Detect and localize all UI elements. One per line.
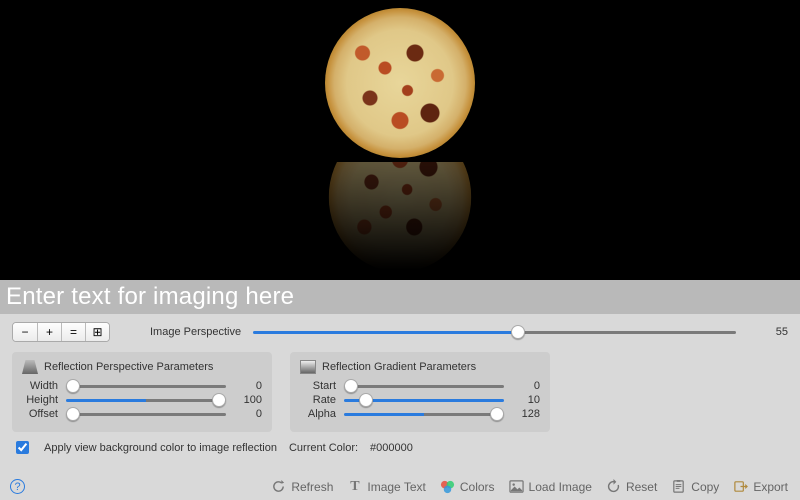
rate-slider[interactable] <box>344 399 504 402</box>
export-label: Export <box>753 480 788 494</box>
refresh-button[interactable]: Refresh <box>271 479 333 494</box>
perspective-slider[interactable] <box>253 331 736 334</box>
image-text-label: Image Text <box>367 480 425 494</box>
refresh-icon <box>271 479 286 494</box>
apply-bg-label: Apply view background color to image ref… <box>44 442 277 454</box>
perspective-icon <box>22 360 38 374</box>
current-color-label: Current Color: <box>289 442 358 454</box>
start-slider[interactable] <box>344 385 504 388</box>
offset-value: 0 <box>234 408 262 420</box>
zoom-button-group: − + = ⊞ <box>12 322 110 342</box>
rate-label: Rate <box>300 394 336 406</box>
refresh-label: Refresh <box>291 480 333 494</box>
reset-icon <box>606 479 621 494</box>
current-color-value: #000000 <box>370 442 413 454</box>
bottom-toolbar: Refresh T Image Text Colors Load Image <box>271 479 788 494</box>
start-value: 0 <box>512 380 540 392</box>
perspective-value: 55 <box>748 326 788 338</box>
text-icon: T <box>347 479 362 494</box>
preview-canvas <box>0 0 800 280</box>
reset-button[interactable]: Reset <box>606 479 657 494</box>
alpha-slider[interactable] <box>344 413 504 416</box>
reflection-perspective-panel: Reflection Perspective Parameters Width … <box>12 352 272 432</box>
colors-label: Colors <box>460 480 495 494</box>
reflection-perspective-title: Reflection Perspective Parameters <box>44 361 213 373</box>
pizza-reflection <box>325 162 475 280</box>
colors-icon <box>440 479 455 494</box>
preview-image <box>325 0 475 280</box>
width-label: Width <box>22 380 58 392</box>
pizza-image <box>325 8 475 158</box>
export-icon <box>733 479 748 494</box>
controls-panel: − + = ⊞ Image Perspective 55 Reflection … <box>0 314 800 500</box>
colors-button[interactable]: Colors <box>440 479 495 494</box>
alpha-label: Alpha <box>300 408 336 420</box>
zoom-out-button[interactable]: − <box>13 323 37 341</box>
apply-bg-checkbox[interactable] <box>16 441 29 454</box>
clipboard-icon <box>671 479 686 494</box>
offset-label: Offset <box>22 408 58 420</box>
rate-value: 10 <box>512 394 540 406</box>
start-label: Start <box>300 380 336 392</box>
height-slider[interactable] <box>66 399 226 402</box>
perspective-label: Image Perspective <box>150 326 241 338</box>
offset-slider[interactable] <box>66 413 226 416</box>
zoom-in-button[interactable]: + <box>37 323 61 341</box>
height-value: 100 <box>234 394 262 406</box>
zoom-fit-button[interactable]: = <box>61 323 85 341</box>
reflection-gradient-title: Reflection Gradient Parameters <box>322 361 476 373</box>
image-text-button[interactable]: T Image Text <box>347 479 425 494</box>
export-button[interactable]: Export <box>733 479 788 494</box>
copy-label: Copy <box>691 480 719 494</box>
load-image-label: Load Image <box>529 480 592 494</box>
image-text-input[interactable]: Enter text for imaging here <box>0 280 800 314</box>
height-label: Height <box>22 394 58 406</box>
reset-label: Reset <box>626 480 657 494</box>
alpha-value: 128 <box>512 408 540 420</box>
width-value: 0 <box>234 380 262 392</box>
zoom-actual-button[interactable]: ⊞ <box>85 323 109 341</box>
load-image-button[interactable]: Load Image <box>509 479 592 494</box>
width-slider[interactable] <box>66 385 226 388</box>
help-button[interactable]: ? <box>10 479 25 494</box>
image-icon <box>509 479 524 494</box>
copy-button[interactable]: Copy <box>671 479 719 494</box>
reflection-gradient-panel: Reflection Gradient Parameters Start 0 R… <box>290 352 550 432</box>
gradient-icon <box>300 360 316 374</box>
